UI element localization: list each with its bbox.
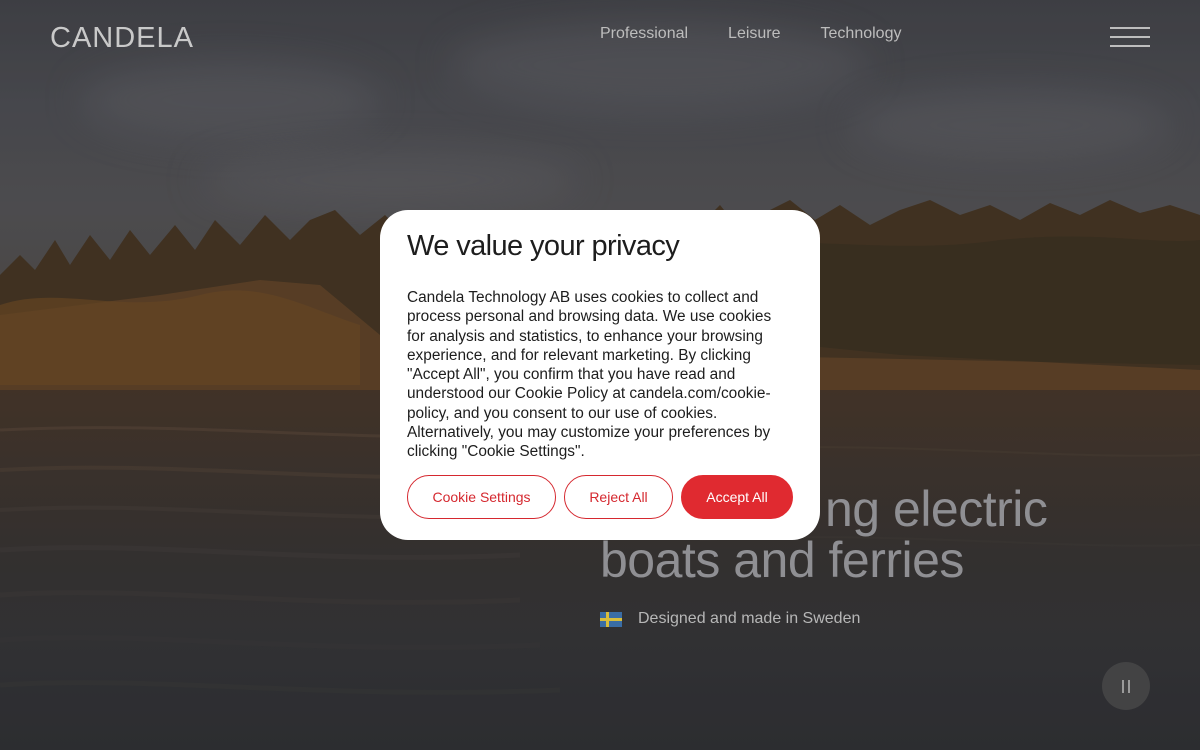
pause-icon bbox=[1122, 679, 1124, 693]
main-nav: Professional Leisure Technology bbox=[600, 24, 901, 44]
nav-link-technology[interactable]: Technology bbox=[821, 24, 902, 44]
cookie-consent-dialog: We value your privacy Candela Technology… bbox=[380, 210, 820, 540]
cookie-buttons: Cookie Settings Reject All Accept All bbox=[407, 475, 793, 519]
logo[interactable]: CANDELA bbox=[50, 22, 194, 55]
sweden-flag-icon bbox=[600, 611, 622, 627]
accept-all-button[interactable]: Accept All bbox=[681, 475, 793, 519]
pause-button[interactable] bbox=[1102, 662, 1150, 710]
tagline: Designed and made in Sweden bbox=[600, 610, 860, 628]
hero-title-line-2: boats and ferries bbox=[600, 532, 964, 588]
cookie-body: Candela Technology AB uses cookies to co… bbox=[407, 289, 772, 461]
tagline-text: Designed and made in Sweden bbox=[638, 610, 861, 627]
cookie-title: We value your privacy bbox=[407, 230, 680, 262]
hamburger-icon[interactable] bbox=[1110, 27, 1150, 47]
reject-all-button[interactable]: Reject All bbox=[564, 475, 673, 519]
nav-link-professional[interactable]: Professional bbox=[600, 24, 688, 44]
cookie-settings-button[interactable]: Cookie Settings bbox=[407, 475, 556, 519]
nav-link-leisure[interactable]: Leisure bbox=[728, 24, 780, 44]
